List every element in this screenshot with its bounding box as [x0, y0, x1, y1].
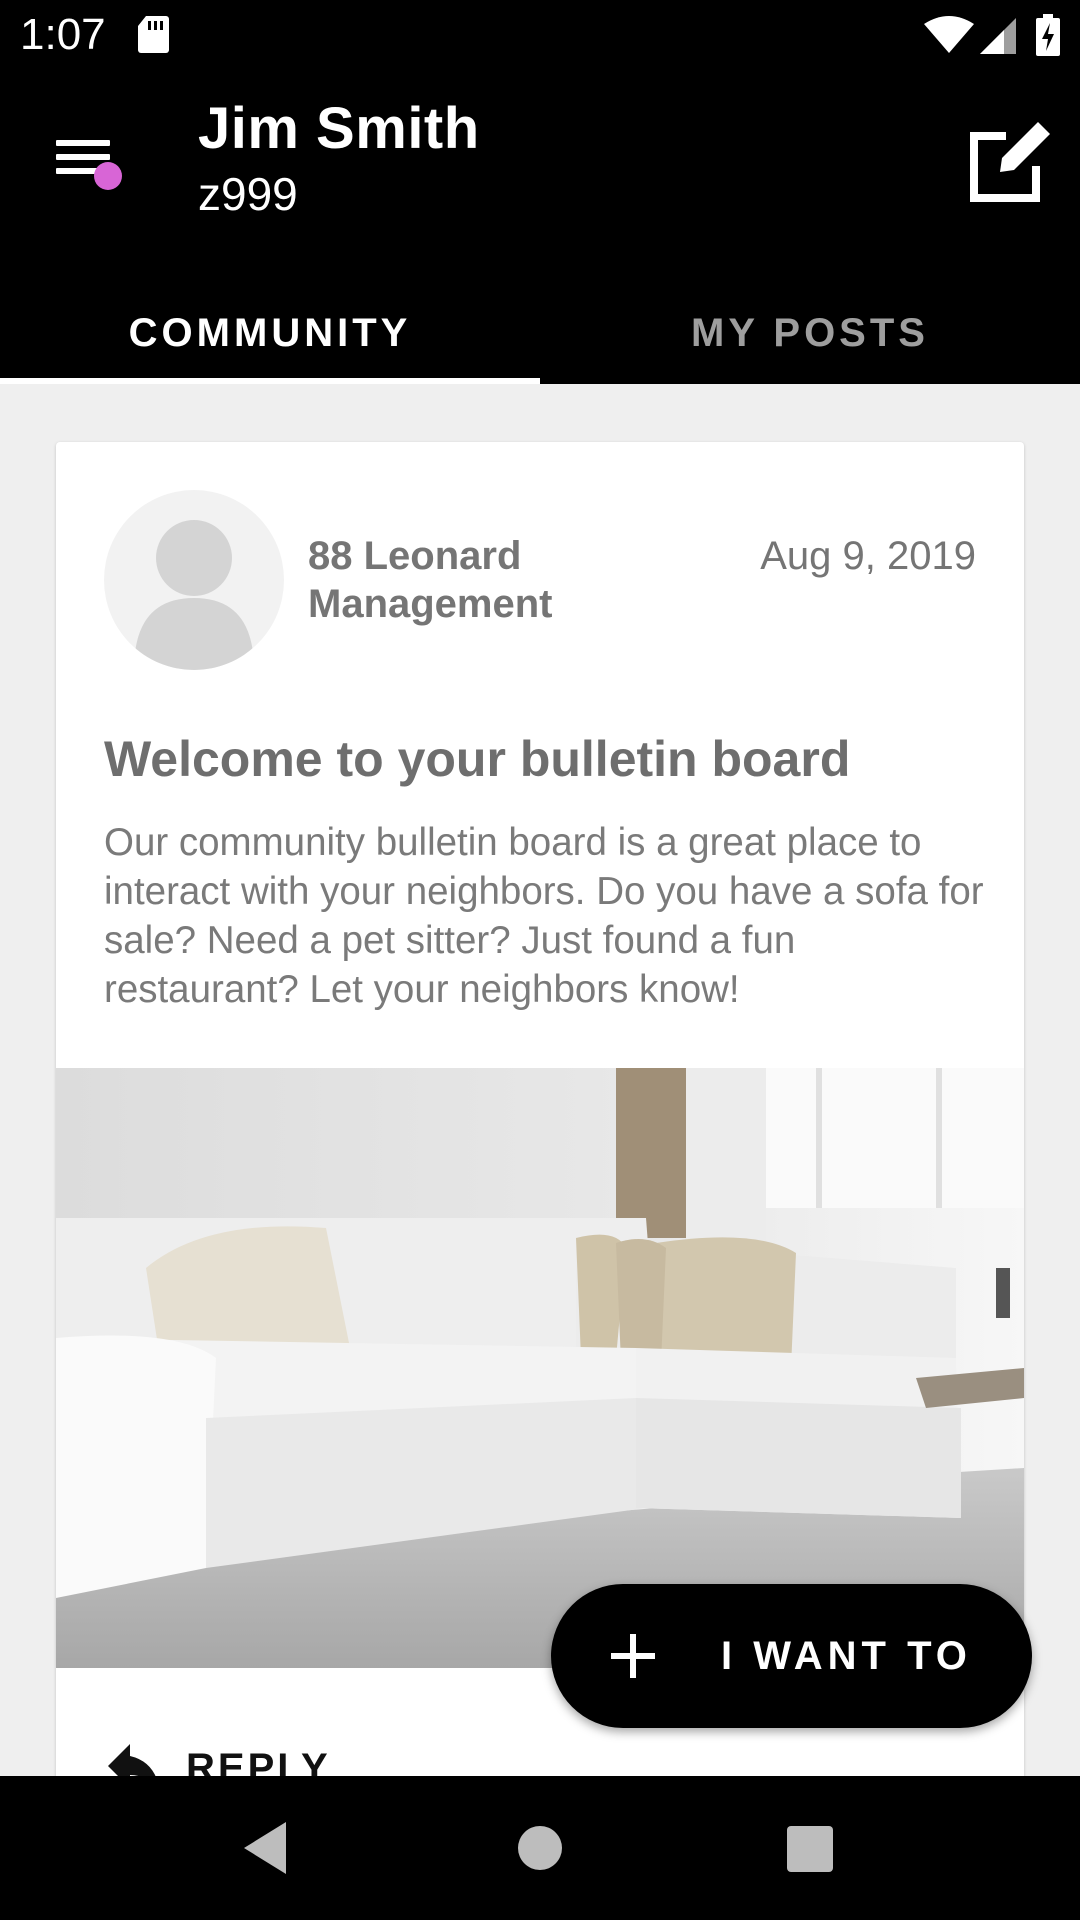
sofa-photo: [56, 1068, 1024, 1668]
status-bar: 1:07: [0, 0, 1080, 72]
recents-icon[interactable]: [787, 1826, 833, 1872]
menu-button[interactable]: [44, 128, 140, 224]
post-card[interactable]: 88 Leonard Management Aug 9, 2019 Welcom…: [56, 442, 1024, 1782]
cell-signal-icon: [980, 18, 1016, 54]
tab-indicator: [0, 378, 540, 384]
back-icon[interactable]: [242, 1820, 290, 1876]
i-want-to-button[interactable]: I WANT TO: [551, 1584, 1032, 1728]
notification-dot: [94, 162, 122, 190]
avatar: [104, 490, 284, 670]
post-date: Aug 9, 2019: [760, 534, 976, 578]
user-unit: z999: [198, 168, 298, 220]
post-author: 88 Leonard Management: [308, 534, 553, 626]
home-icon[interactable]: [518, 1826, 562, 1870]
post-title: Welcome to your bulletin board: [104, 731, 851, 787]
user-name: Jim Smith: [198, 96, 480, 161]
app-bar: Jim Smith z999 COMMUNITY MY POSTS: [0, 72, 1080, 384]
tab-bar: COMMUNITY MY POSTS: [0, 282, 1080, 384]
navigation-bar: [0, 1776, 1080, 1920]
post-body: Our community bulletin board is a great …: [104, 821, 984, 1011]
sd-card-icon: [138, 16, 169, 53]
plus-icon: [611, 1634, 655, 1678]
status-time: 1:07: [20, 10, 106, 59]
wifi-icon: [924, 16, 974, 53]
edit-post-icon[interactable]: [960, 112, 1060, 212]
i-want-to-label: I WANT TO: [721, 1634, 972, 1678]
battery-charging-icon: [1036, 14, 1060, 56]
tab-community[interactable]: COMMUNITY: [0, 282, 540, 384]
person-placeholder-icon: [134, 520, 254, 670]
tab-my-posts[interactable]: MY POSTS: [540, 282, 1080, 384]
